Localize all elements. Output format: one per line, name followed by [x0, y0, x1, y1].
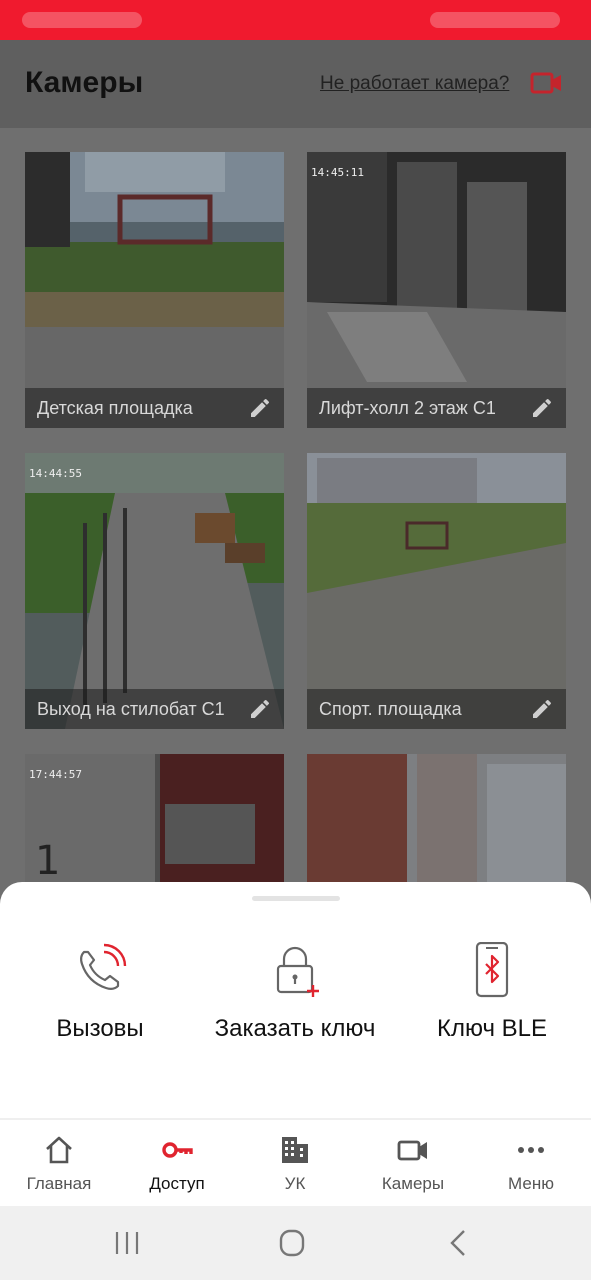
back-button-icon[interactable] [438, 1228, 478, 1258]
camera-name: Выход на стилобат С1 [37, 699, 225, 719]
nav-item-access[interactable]: Доступ [118, 1134, 236, 1194]
camera-tile-sports-ground[interactable]: Спорт. площадка [307, 453, 566, 729]
lock-add-icon [276, 946, 319, 997]
camera-caption: Детская площадка [25, 388, 284, 428]
camera-name: Спорт. площадка [319, 699, 462, 719]
nav-item-label: Главная [26, 1174, 92, 1193]
sheet-drag-handle[interactable] [252, 896, 340, 901]
bottom-navigation: Главная Доступ УК Камеры Меню [0, 1120, 591, 1206]
edit-pencil-icon[interactable] [530, 697, 554, 721]
camera-preview-image [25, 453, 284, 729]
camera-alert-icon[interactable] [530, 70, 564, 96]
nav-item-cameras[interactable]: Камеры [354, 1134, 472, 1194]
building-icon [282, 1137, 308, 1163]
edit-pencil-icon[interactable] [248, 396, 272, 420]
camera-caption: Выход на стилобат С1 [25, 689, 284, 729]
calls-action-label: Вызовы [56, 1015, 144, 1042]
nav-item-label: УК [284, 1174, 306, 1193]
camera-caption: Лифт-холл 2 этаж С1 [307, 388, 566, 428]
video-camera-icon [397, 1140, 427, 1161]
calls-action[interactable]: Вызовы [0, 942, 200, 1043]
camera-caption: Спорт. площадка [307, 689, 566, 729]
nav-item-management[interactable]: УК [236, 1134, 354, 1194]
edit-pencil-icon[interactable] [530, 396, 554, 420]
home-button-icon[interactable] [272, 1228, 312, 1258]
camera-name: Лифт-холл 2 этаж С1 [319, 398, 496, 418]
camera-name: Детская площадка [37, 398, 193, 418]
camera-tile-stylobate-exit[interactable]: 14:44:55 Выход на стилобат С1 [25, 453, 284, 729]
ble-key-action-label: Ключ BLE [437, 1015, 547, 1042]
edit-pencil-icon[interactable] [248, 697, 272, 721]
quick-actions-sheet: Вызовы Заказать ключ Ключ BLE [0, 882, 591, 1122]
page-title: Камеры [25, 66, 144, 99]
bluetooth-phone-icon [475, 942, 509, 998]
recent-apps-icon[interactable] [107, 1228, 147, 1258]
camera-preview-image [307, 453, 566, 729]
order-key-action-label: Заказать ключ [214, 1015, 376, 1042]
camera-not-working-link[interactable]: Не работает камера? [320, 73, 509, 95]
ble-key-action[interactable]: Ключ BLE [392, 942, 591, 1043]
page-header: Камеры Не работает камера? [0, 40, 591, 128]
nav-item-menu[interactable]: Меню [472, 1134, 590, 1194]
camera-timestamp: 14:44:55 [29, 467, 82, 480]
camera-tile-playground[interactable]: Детская площадка [25, 152, 284, 428]
system-navigation-bar [0, 1206, 591, 1280]
nav-item-label: Доступ [149, 1174, 205, 1193]
order-key-action[interactable]: Заказать ключ [195, 942, 395, 1043]
home-icon [46, 1136, 72, 1164]
camera-tile-elevator-hall[interactable]: 14:45:11 Лифт-холл 2 этаж С1 [307, 152, 566, 428]
status-bar [0, 0, 591, 40]
status-bar-indicators [430, 12, 560, 28]
nav-item-label: Меню [508, 1174, 554, 1193]
more-dots-icon [518, 1147, 544, 1153]
camera-timestamp: 14:45:11 [311, 166, 364, 179]
svg-text:1: 1 [35, 838, 60, 884]
nav-item-home[interactable]: Главная [0, 1134, 118, 1194]
camera-timestamp: 17:44:57 [29, 768, 82, 781]
camera-preview-image [307, 152, 566, 428]
nav-item-label: Камеры [381, 1174, 445, 1193]
status-bar-time [22, 12, 142, 28]
camera-preview-image [25, 152, 284, 428]
phone-ringing-icon [80, 943, 127, 990]
key-icon [162, 1142, 193, 1158]
